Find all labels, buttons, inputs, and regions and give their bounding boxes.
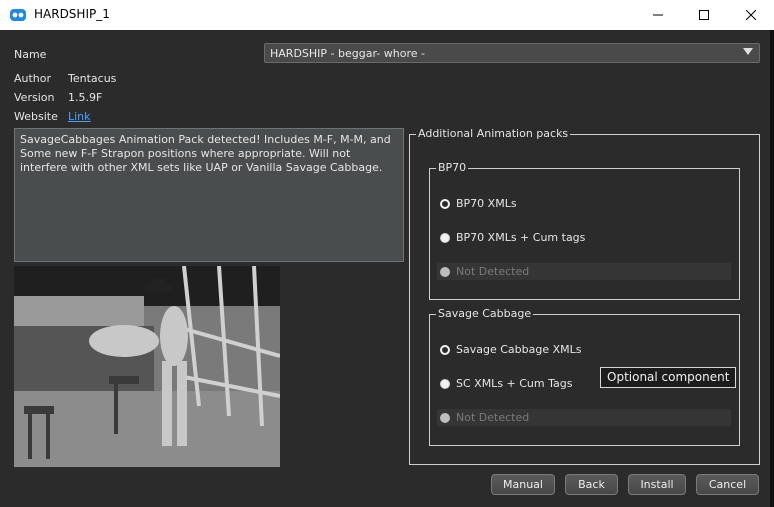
sc-not-detected-label: Not Detected (456, 411, 530, 424)
version-label: Version (14, 91, 55, 104)
minimize-button[interactable] (635, 0, 681, 30)
title-bar: HARDSHIP_1 (0, 0, 774, 30)
website-label: Website (14, 110, 58, 123)
chevron-down-icon (743, 48, 753, 55)
version-value: 1.5.9F (68, 91, 103, 104)
radio-disabled-icon (440, 412, 450, 423)
window-title: HARDSHIP_1 (34, 7, 110, 21)
author-value: Tentacus (68, 72, 117, 85)
savage-cabbage-xmls-label: Savage Cabbage XMLs (456, 343, 582, 356)
window-edge (770, 30, 774, 507)
savage-cabbage-xmls-radio[interactable]: Savage Cabbage XMLs (440, 343, 581, 356)
bp70-not-detected-radio: Not Detected (440, 265, 529, 278)
radio-icon (440, 378, 450, 389)
bp70-xmls-label: BP70 XMLs (456, 197, 517, 210)
preview-image (14, 266, 280, 467)
bp70-xmls-radio[interactable]: BP70 XMLs (440, 197, 517, 210)
animation-packs-title: Additional Animation packs (416, 127, 571, 141)
description-text: SavageCabbages Animation Pack detected! … (14, 128, 404, 262)
bp70-not-detected-label: Not Detected (456, 265, 530, 278)
manual-button[interactable]: Manual (491, 474, 555, 495)
maximize-icon (699, 10, 709, 20)
radio-disabled-icon (440, 266, 450, 277)
savage-cabbage-title: Savage Cabbage (436, 307, 534, 321)
close-button[interactable] (728, 0, 774, 30)
radio-icon (440, 232, 450, 243)
sc-cum-tags-label: SC XMLs + Cum Tags (456, 377, 573, 390)
close-icon (746, 10, 756, 20)
sc-not-detected-radio: Not Detected (440, 411, 529, 424)
maximize-button[interactable] (681, 0, 727, 30)
tooltip: Optional component (600, 367, 737, 388)
website-link[interactable]: Link (68, 110, 91, 123)
bp70-cum-tags-label: BP70 XMLs + Cum tags (456, 231, 586, 244)
minimize-icon (653, 14, 663, 16)
bp70-cum-tags-radio[interactable]: BP70 XMLs + Cum tags (440, 231, 585, 244)
sc-cum-tags-radio[interactable]: SC XMLs + Cum Tags (440, 377, 572, 390)
author-label: Author (14, 72, 52, 85)
bp70-title: BP70 (436, 161, 469, 175)
cancel-button[interactable]: Cancel (696, 474, 759, 495)
radio-checked-icon (440, 344, 450, 355)
install-button[interactable]: Install (628, 474, 686, 495)
name-select[interactable]: HARDSHIP - beggar- whore - (264, 43, 760, 63)
name-label: Name (14, 48, 47, 61)
app-icon (10, 9, 26, 21)
name-select-value: HARDSHIP - beggar- whore - (270, 47, 425, 60)
back-button[interactable]: Back (565, 474, 618, 495)
radio-checked-icon (440, 198, 450, 209)
